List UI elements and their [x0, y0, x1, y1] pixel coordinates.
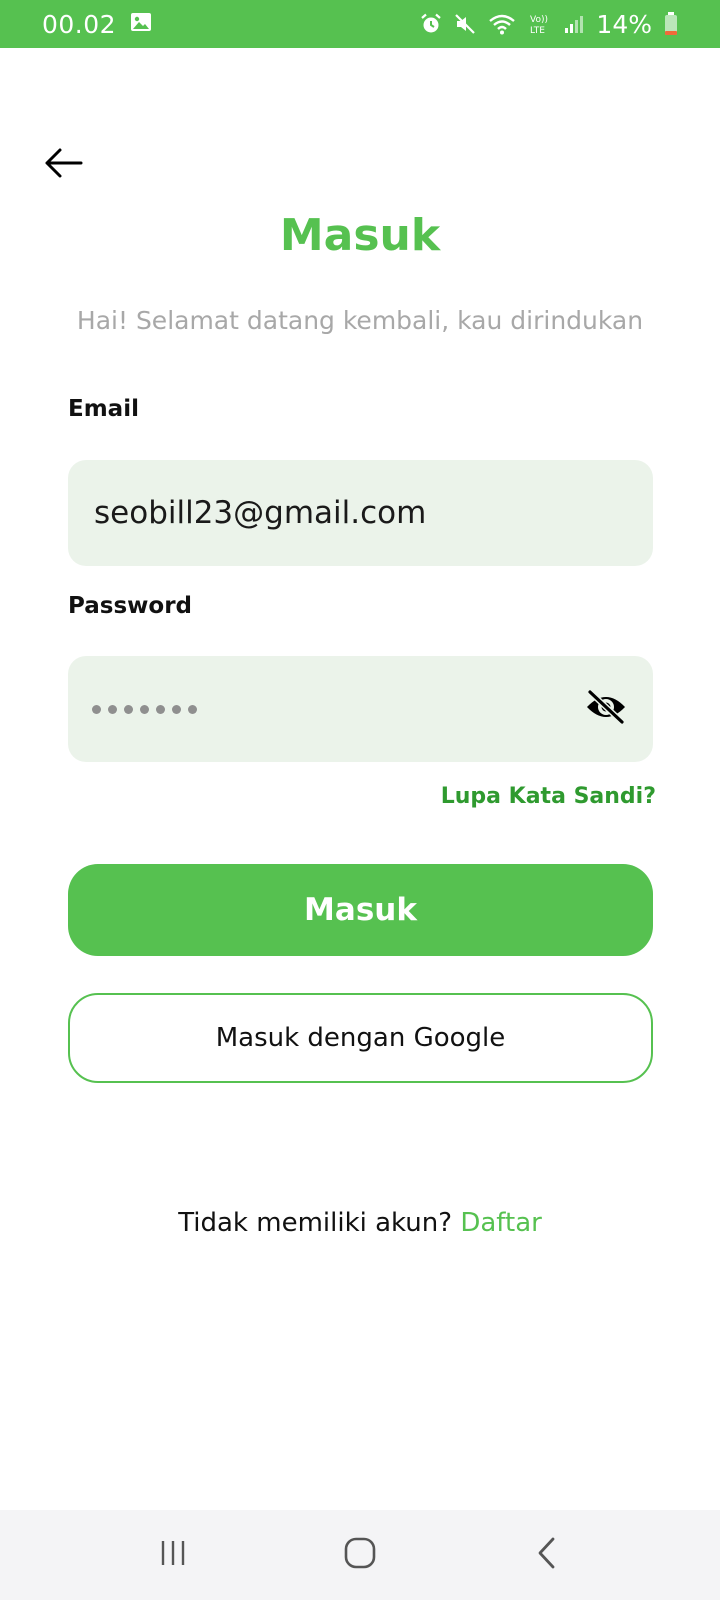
- email-field-container[interactable]: [68, 460, 653, 566]
- svg-text:LTE: LTE: [530, 26, 545, 35]
- login-button[interactable]: Masuk: [68, 864, 653, 956]
- password-dot: [156, 704, 165, 714]
- arrow-left-icon: [43, 147, 83, 183]
- mute-icon: [454, 13, 476, 35]
- status-left: 00.02: [42, 10, 152, 39]
- signup-row: Tidak memiliki akun? Daftar: [0, 1208, 720, 1238]
- home-icon: [343, 1536, 377, 1574]
- password-dot: [108, 704, 117, 714]
- home-button[interactable]: [320, 1520, 400, 1590]
- alarm-icon: [420, 13, 442, 35]
- battery-icon: [664, 12, 678, 36]
- svg-text:Vo)): Vo)): [530, 15, 548, 25]
- nav-back-button[interactable]: [507, 1520, 587, 1590]
- gallery-icon: [130, 12, 152, 36]
- no-account-text: Tidak memiliki akun?: [178, 1208, 453, 1238]
- signal-icon: [564, 13, 584, 35]
- password-dot: [188, 704, 197, 714]
- status-right: Vo)) LTE 14%: [420, 10, 678, 39]
- password-masked-value: [92, 704, 583, 714]
- navigation-bar: [0, 1510, 720, 1600]
- recent-apps-icon: [158, 1538, 188, 1572]
- eye-off-icon: [584, 689, 628, 729]
- wifi-icon: [488, 13, 516, 35]
- password-dot: [124, 704, 133, 714]
- password-field[interactable]: [68, 656, 653, 762]
- password-dot: [140, 704, 149, 714]
- battery-percent: 14%: [596, 9, 652, 39]
- password-dot: [92, 704, 101, 714]
- nav-back-icon: [535, 1536, 559, 1574]
- recent-apps-button[interactable]: [133, 1520, 213, 1590]
- page-subtitle: Hai! Selamat datang kembali, kau dirindu…: [76, 306, 644, 335]
- signup-link[interactable]: Daftar: [460, 1208, 541, 1238]
- page-title: Masuk: [279, 210, 441, 261]
- status-time: 00.02: [42, 9, 117, 39]
- back-button[interactable]: [38, 142, 88, 188]
- volte-icon: Vo)) LTE: [528, 13, 552, 35]
- forgot-password-link[interactable]: Lupa Kata Sandi?: [441, 784, 656, 809]
- password-label: Password: [68, 593, 192, 619]
- email-field[interactable]: [92, 494, 629, 532]
- google-login-button[interactable]: Masuk dengan Google: [68, 993, 653, 1083]
- email-label: Email: [68, 396, 139, 422]
- status-bar: 00.02 Vo)) LTE 14%: [0, 0, 720, 48]
- password-visibility-toggle[interactable]: [583, 686, 629, 732]
- password-dot: [172, 704, 181, 714]
